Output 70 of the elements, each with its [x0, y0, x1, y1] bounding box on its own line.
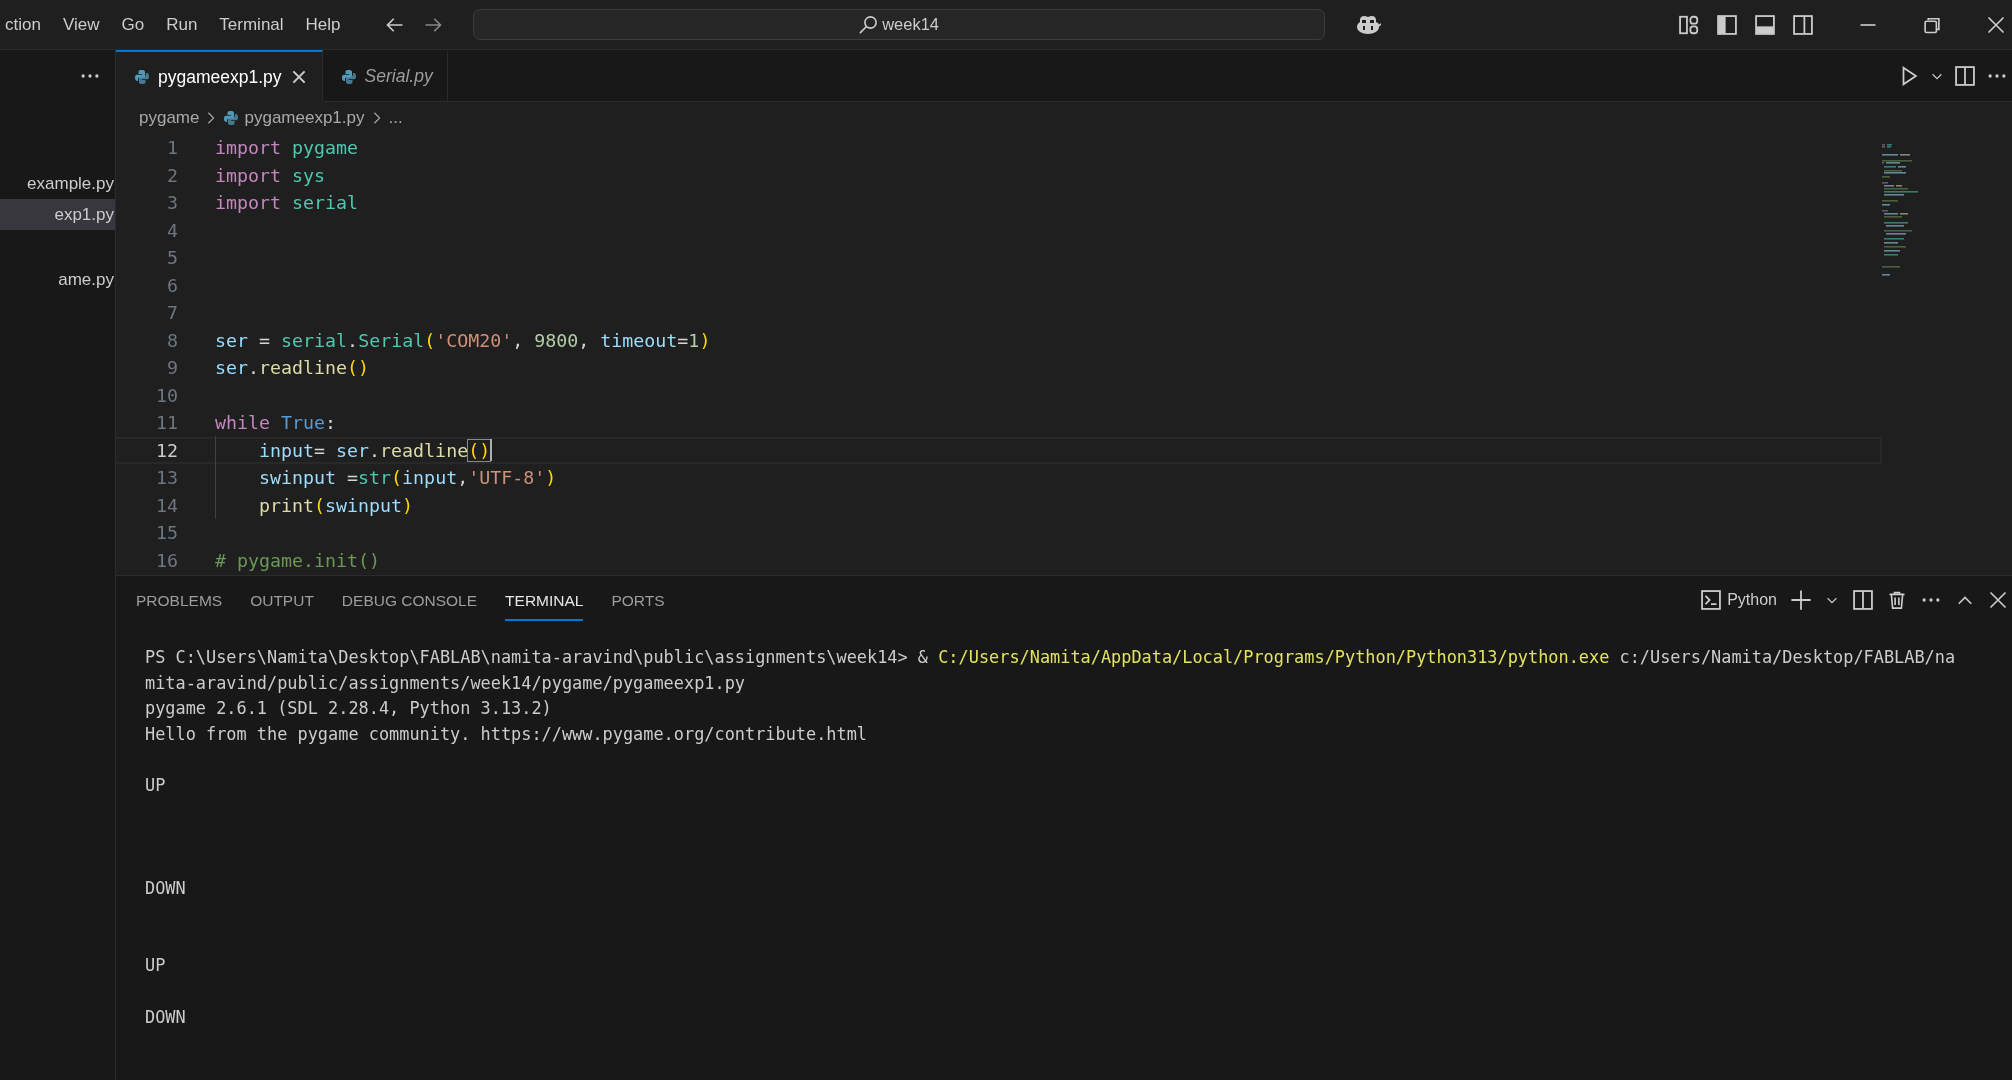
line-number: 4 [166, 219, 178, 241]
breadcrumb-item[interactable]: ... [388, 108, 403, 128]
line-number: 13 [155, 467, 178, 489]
menu-item[interactable]: Go [113, 10, 153, 39]
line-number: 10 [155, 384, 178, 406]
code-line: import serial [215, 191, 359, 216]
file-item[interactable]: example.py [0, 168, 115, 199]
line-number: 15 [155, 522, 178, 544]
menu-item[interactable]: Run [158, 10, 206, 39]
menu-item[interactable]: Terminal [211, 10, 292, 39]
split-terminal-icon[interactable] [1852, 589, 1874, 611]
customize-layout-icon[interactable] [1678, 13, 1700, 36]
line-number: 11 [155, 412, 178, 434]
search-field[interactable]: week14 [472, 9, 1325, 40]
terminal-line: pygame 2.6.1 (SDL 2.28.4, Python 3.13.2) [145, 697, 553, 721]
panel-tab[interactable]: DEBUG CONSOLE [341, 583, 478, 621]
breadcrumb-item[interactable]: pygameexp1.py [244, 108, 365, 128]
panel-tab[interactable]: OUTPUT [250, 583, 314, 621]
line-number: 2 [166, 164, 178, 186]
line-number: 1 [166, 137, 178, 159]
trash-icon[interactable] [1887, 590, 1907, 610]
code-line: while True: [215, 411, 337, 436]
terminal-line: Hello from the pygame community. https://www.pygame.org/contribute.html [145, 723, 868, 747]
terminal-line: PS C:\Users\Namita\Desktop\FABLAB\namita-aravind\public\assignments\week14> & C:/Users/Namita/AppData/Local/Programs/Python/Python313/python.exe c:/Users/Namita/Desktop/FABLAB/na [145, 646, 1957, 669]
code-line: print(swinput) [215, 491, 414, 519]
code-line: ser.readline() [215, 356, 370, 381]
line-number: 6 [166, 274, 178, 296]
code-line: input= ser.readline() [215, 438, 493, 462]
editor-tab[interactable]: pygameexp1.py [116, 50, 323, 102]
close-icon[interactable] [1986, 14, 2006, 35]
code-line: swinput =str(input,'UTF-8') [215, 464, 557, 492]
line-number: 16 [155, 549, 178, 571]
terminal-line: UP [145, 774, 167, 798]
line-number: 12 [155, 439, 178, 461]
toggle-secondary-sidebar-icon[interactable] [1792, 13, 1814, 36]
python-file-icon [223, 110, 240, 126]
split-editor-icon[interactable] [1954, 64, 1976, 87]
line-number: 5 [166, 247, 178, 269]
menu-item[interactable]: ction [0, 10, 49, 39]
toggle-sidebar-icon[interactable] [1716, 13, 1738, 36]
toggle-panel-icon[interactable] [1754, 13, 1776, 36]
terminal-line: mita-aravind/public/assignments/week14/pygame/pygameexp1.py [145, 671, 746, 695]
code-line: import sys [215, 163, 326, 188]
terminal-selector[interactable]: Python [1700, 589, 1777, 611]
line-number: 14 [155, 494, 178, 516]
close-panel-icon[interactable] [1988, 590, 2008, 610]
code-line: ser = serial.Serial('COM20', 9800, timeout=1) [215, 328, 711, 353]
code-line: import pygame [215, 136, 359, 161]
terminal-icon [1700, 589, 1723, 611]
text-cursor [490, 439, 493, 462]
panel-tab[interactable]: TERMINAL [505, 583, 584, 621]
menu-item[interactable]: Help [297, 10, 349, 39]
code-line: # pygame.init() [215, 548, 381, 573]
line-number: 8 [166, 329, 178, 351]
python-file-icon [340, 68, 357, 85]
panel-tab[interactable]: PROBLEMS [136, 583, 223, 621]
new-terminal-icon[interactable] [1790, 589, 1812, 611]
file-item[interactable]: ame.py [0, 264, 115, 295]
terminal-line: DOWN [145, 1005, 187, 1029]
python-file-icon [134, 69, 150, 85]
search-icon [858, 14, 879, 35]
file-item[interactable]: exp1.py [0, 199, 115, 230]
terminal-line: DOWN [145, 877, 187, 901]
breadcrumb-item[interactable]: pygame [139, 108, 200, 128]
panel-tab[interactable]: PORTS [611, 583, 665, 621]
line-number: 9 [166, 357, 178, 379]
terminal-line: UP [145, 954, 167, 978]
line-number: 7 [166, 302, 178, 324]
line-number: 3 [166, 192, 178, 214]
menu-item[interactable]: View [54, 10, 108, 39]
